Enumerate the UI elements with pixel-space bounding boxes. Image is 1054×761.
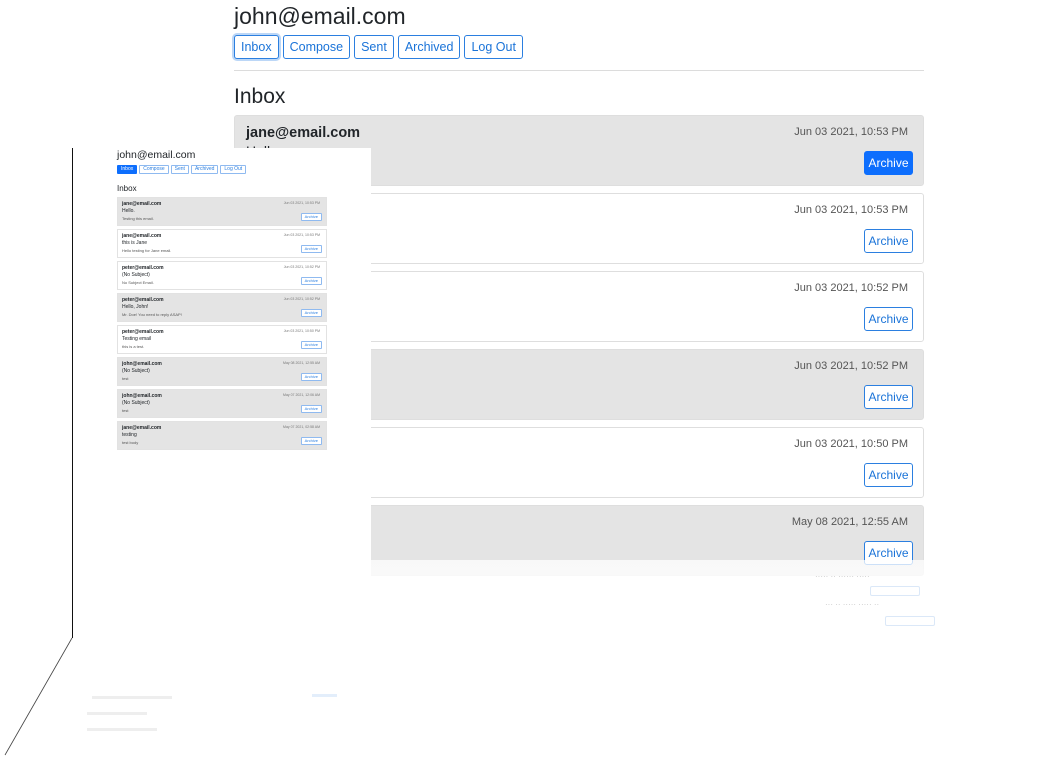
preview-user-email: john@email.com: [117, 149, 196, 161]
email-subject: (No Subject): [122, 400, 150, 406]
email-timestamp: Jun 03 2021, 10:52 PM: [283, 297, 320, 301]
preview-reflection: [72, 688, 352, 750]
ghost-text: ··· ·· ····· ····· ··: [825, 600, 880, 609]
preview-nav-bar: Inbox Compose Sent Archived Log Out: [117, 165, 327, 174]
email-subject: this is Jane: [122, 240, 148, 246]
email-row[interactable]: peter@email.com (No Subject) No Subject Em…: [117, 261, 327, 290]
email-subject: (No Subject): [122, 272, 150, 278]
preview-logout-button[interactable]: Log Out: [220, 165, 247, 174]
archived-button[interactable]: Archived: [397, 35, 461, 59]
email-timestamp: Jun 03 2021, 10:52 PM: [794, 282, 908, 294]
email-timestamp: Jun 03 2021, 10:50 PM: [283, 329, 320, 333]
email-row[interactable]: peter@email.com Hello, John! Mr. Doe! You …: [117, 293, 327, 322]
email-subject: Hello.: [122, 208, 135, 214]
email-subject: testing: [122, 432, 137, 438]
preview-archived-button[interactable]: Archived: [190, 165, 219, 174]
email-timestamp: May 07 2021, 12:06 AM: [283, 393, 320, 397]
archive-button[interactable]: Archive: [300, 437, 322, 445]
archive-button[interactable]: Archive: [300, 245, 322, 253]
preview-page-title: Inbox: [117, 184, 137, 193]
nav-bar: Inbox Compose Sent Archived Log Out: [234, 35, 924, 59]
email-row[interactable]: jane@email.com this is Jane Hello testing …: [117, 229, 327, 258]
email-timestamp: May 07 2021, 02:58 AM: [283, 425, 320, 429]
email-subject: (No Subject): [122, 368, 150, 374]
archive-button[interactable]: Archive: [300, 405, 322, 413]
email-row[interactable]: john@email.com (No Subject) test May 07 202…: [117, 389, 327, 418]
email-subject: Testing email: [122, 336, 152, 342]
email-row[interactable]: jane@email.com testing test body May 07 202…: [117, 421, 327, 450]
inbox-button[interactable]: Inbox: [234, 35, 279, 59]
email-timestamp: Jun 03 2021, 10:53 PM: [283, 233, 320, 237]
preview-sent-button[interactable]: Sent: [170, 165, 189, 174]
email-body: test body: [122, 440, 139, 445]
email-body: this is a test.: [122, 344, 145, 349]
reflection-fade: ····· ·· ······ ····· ··· ·· ····· ·····…: [370, 560, 970, 680]
divider-line: [72, 148, 73, 638]
ghost-button: [870, 586, 920, 596]
email-row[interactable]: peter@email.com Testing email this is a te…: [117, 325, 327, 354]
email-timestamp: May 08 2021, 12:55 AM: [791, 516, 908, 528]
email-body: test: [122, 408, 129, 413]
email-row[interactable]: john@email.com (No Subject) test May 08 202…: [117, 357, 327, 386]
inbox-preview-thumbnail: john@email.com Inbox Compose Sent Archiv…: [72, 148, 371, 638]
archive-button[interactable]: Archive: [300, 341, 322, 349]
email-timestamp: Jun 03 2021, 10:53 PM: [283, 201, 320, 205]
compose-button[interactable]: Compose: [282, 35, 351, 59]
email-subject: Hello, John!: [122, 304, 149, 310]
archive-button[interactable]: Archive: [864, 385, 913, 409]
email-body: Hello testing for Jane email.: [122, 248, 172, 253]
archive-button[interactable]: Archive: [864, 151, 913, 175]
email-timestamp: Jun 03 2021, 10:52 PM: [283, 265, 320, 269]
email-timestamp: Jun 03 2021, 10:53 PM: [794, 204, 908, 216]
email-timestamp: Jun 03 2021, 10:53 PM: [794, 126, 908, 138]
divider: [234, 70, 924, 71]
preview-email-list: jane@email.com Hello. Testing this email. J…: [117, 197, 327, 450]
page-title: Inbox: [234, 85, 286, 108]
email-timestamp: Jun 03 2021, 10:52 PM: [794, 360, 908, 372]
user-email: john@email.com: [234, 3, 406, 29]
email-body: test: [122, 376, 129, 381]
sent-button[interactable]: Sent: [354, 35, 394, 59]
preview-compose-button[interactable]: Compose: [139, 165, 169, 174]
logout-button[interactable]: Log Out: [464, 35, 523, 59]
email-timestamp: May 08 2021, 12:55 AM: [283, 361, 320, 365]
archive-button[interactable]: Archive: [300, 373, 322, 381]
email-row[interactable]: jane@email.com Hello. Testing this email. J…: [117, 197, 327, 226]
email-body: Mr. Doe! You need to reply ASAP!: [122, 312, 182, 317]
email-body: Testing this email.: [122, 216, 154, 221]
preview-inbox-button[interactable]: Inbox: [117, 165, 138, 174]
archive-button[interactable]: Archive: [300, 213, 322, 221]
archive-button[interactable]: Archive: [300, 309, 322, 317]
ghost-text: ····· ·· ······ ·····: [815, 572, 870, 581]
archive-button[interactable]: Archive: [864, 229, 913, 253]
archive-button[interactable]: Archive: [864, 463, 913, 487]
archive-button[interactable]: Archive: [300, 277, 322, 285]
email-timestamp: Jun 03 2021, 10:50 PM: [794, 438, 908, 450]
email-body: No Subject Email.: [122, 280, 154, 285]
archive-button[interactable]: Archive: [864, 307, 913, 331]
ghost-button: [885, 616, 935, 626]
